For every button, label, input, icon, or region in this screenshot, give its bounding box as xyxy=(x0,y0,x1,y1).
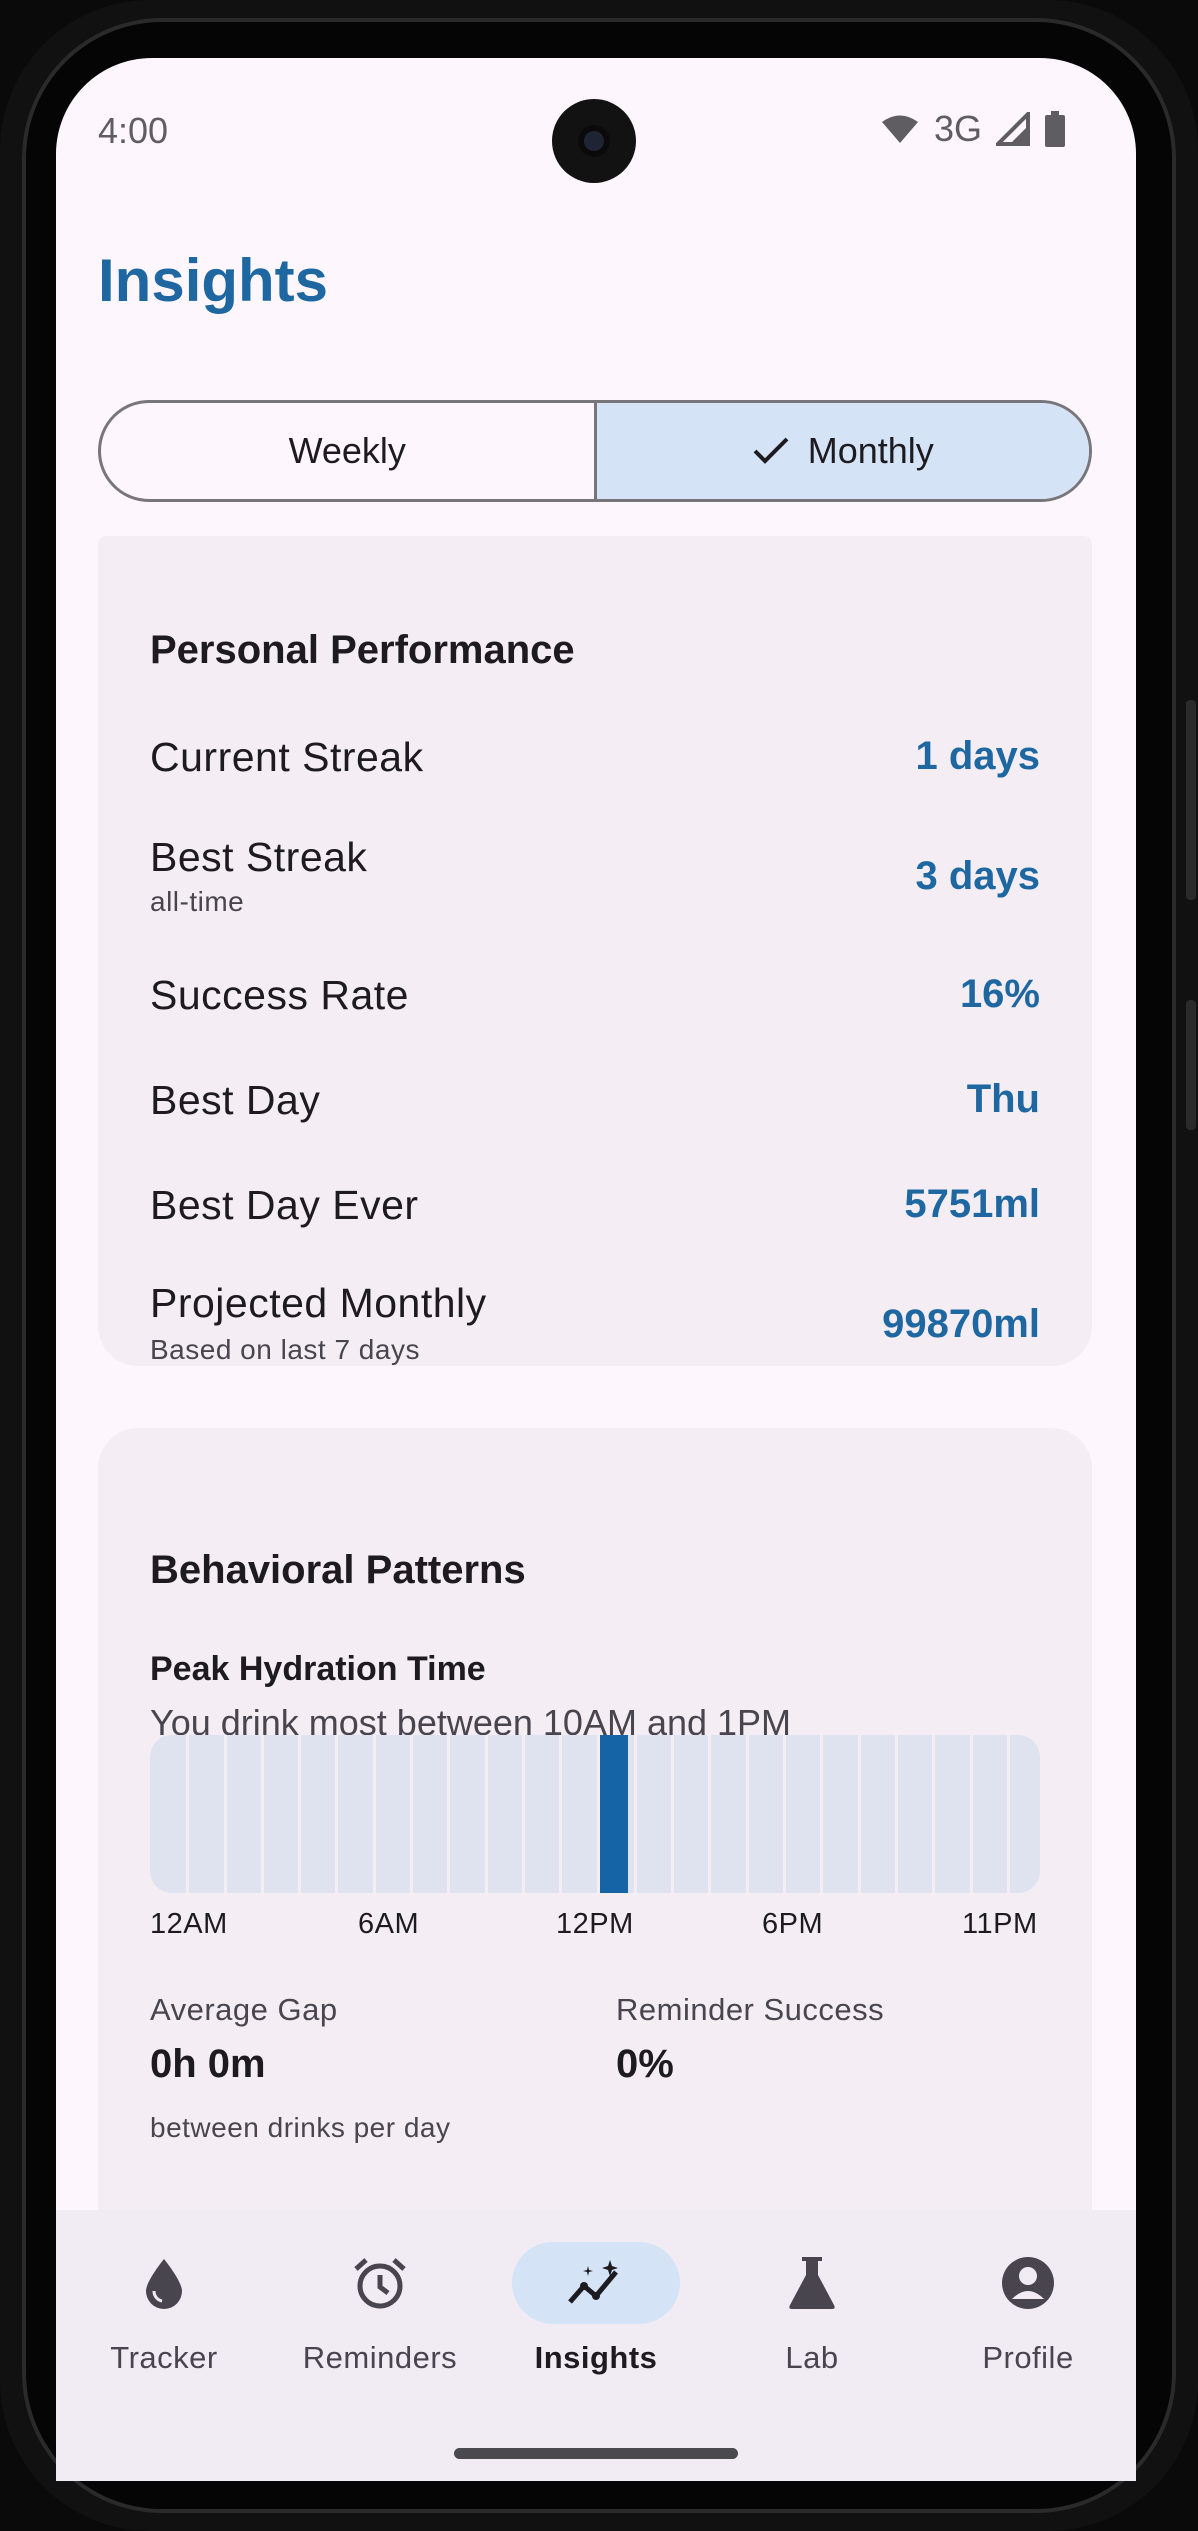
hour-bar xyxy=(410,1735,442,1893)
hour-bar xyxy=(932,1735,964,1893)
hour-bar xyxy=(708,1735,740,1893)
monthly-label: Monthly xyxy=(807,430,934,471)
bottom-navigation: Tracker Reminders Insights Lab Profile xyxy=(56,2210,1136,2481)
best-day-ever-value: 5751ml xyxy=(904,1182,1040,1226)
nav-reminders-pill xyxy=(296,2242,464,2324)
current-streak-value: 1 days xyxy=(915,734,1040,778)
current-streak-label: Current Streak xyxy=(150,734,424,780)
period-toggle: Weekly Monthly xyxy=(98,400,1092,502)
check-icon xyxy=(753,437,789,464)
hour-tick-label: 11PM xyxy=(962,1908,1038,1940)
home-indicator[interactable] xyxy=(454,2448,738,2459)
front-camera xyxy=(552,99,636,183)
average-gap-sub: between drinks per day xyxy=(150,2112,451,2143)
best-day-label: Best Day xyxy=(150,1077,321,1123)
best-streak-label: Best Streak xyxy=(150,834,368,880)
performance-title: Personal Performance xyxy=(150,628,575,672)
nav-insights[interactable]: Insights xyxy=(488,2210,704,2481)
average-gap-label: Average Gap xyxy=(150,1992,338,2027)
status-time: 4:00 xyxy=(98,110,169,151)
reminder-success-value: 0% xyxy=(616,2042,674,2086)
average-gap-value: 0h 0m xyxy=(150,2042,266,2086)
nav-lab-label: Lab xyxy=(785,2340,839,2375)
alarm-clock-icon xyxy=(354,2258,406,2309)
nav-profile-label: Profile xyxy=(982,2340,1074,2375)
hour-bar xyxy=(298,1735,330,1893)
nav-reminders-label: Reminders xyxy=(302,2340,458,2375)
screen: 4:00 3G Insights Weekly Monthly Personal… xyxy=(56,58,1136,2481)
best-streak-sub: all-time xyxy=(150,886,245,917)
battery-icon xyxy=(1045,111,1065,147)
hour-bar xyxy=(894,1735,927,1893)
nav-insights-pill xyxy=(512,2242,680,2324)
hour-bar xyxy=(372,1735,405,1893)
hourly-intake-chart xyxy=(150,1735,1040,1893)
insights-chart-icon xyxy=(568,2260,618,2304)
projected-monthly-sub: Based on last 7 days xyxy=(150,1334,420,1365)
success-rate-value: 16% xyxy=(959,972,1040,1016)
hour-bar xyxy=(671,1735,703,1893)
projected-monthly-value: 99870ml xyxy=(882,1302,1040,1346)
hour-bar xyxy=(559,1735,591,1893)
hour-bar xyxy=(521,1735,554,1893)
best-streak-value: 3 days xyxy=(915,854,1040,898)
nav-insights-label: Insights xyxy=(534,2340,658,2375)
hour-tick-label: 12AM xyxy=(150,1908,228,1940)
projected-monthly-label: Projected Monthly xyxy=(150,1280,487,1326)
profile-icon xyxy=(1002,2257,1054,2309)
page-title: Insights xyxy=(98,247,329,314)
power-button xyxy=(1186,1000,1196,1130)
nav-tracker[interactable]: Tracker xyxy=(56,2210,272,2481)
hour-bar xyxy=(633,1735,666,1893)
hour-bar xyxy=(260,1735,293,1893)
nav-lab[interactable]: Lab xyxy=(704,2210,920,2481)
behavior-title: Behavioral Patterns xyxy=(150,1548,526,1592)
hour-bar xyxy=(447,1735,479,1893)
hour-bar-peak xyxy=(596,1735,628,1893)
hour-bar xyxy=(186,1735,218,1893)
signal-icon xyxy=(996,112,1030,146)
success-rate-label: Success Rate xyxy=(150,972,409,1018)
best-day-value: Thu xyxy=(966,1077,1040,1121)
hour-tick-label: 12PM xyxy=(556,1908,634,1940)
nav-tracker-label: Tracker xyxy=(110,2340,218,2375)
network-type: 3G xyxy=(933,108,982,149)
hour-bar xyxy=(745,1735,778,1893)
best-day-ever-label: Best Day Ever xyxy=(150,1182,419,1228)
volume-button xyxy=(1186,700,1196,900)
hour-bar xyxy=(969,1735,1001,1893)
hour-bar xyxy=(335,1735,367,1893)
nav-tracker-pill xyxy=(80,2242,248,2324)
flask-icon xyxy=(789,2257,835,2309)
hour-tick-label: 6PM xyxy=(762,1908,824,1940)
hour-bar xyxy=(484,1735,516,1893)
hour-bar xyxy=(857,1735,889,1893)
hour-bar xyxy=(152,1735,181,1893)
weekly-option[interactable]: Weekly xyxy=(101,403,594,499)
nav-profile-pill xyxy=(944,2242,1112,2324)
hour-bar xyxy=(1006,1735,1039,1893)
hour-tick-label: 6AM xyxy=(358,1908,420,1940)
nav-reminders[interactable]: Reminders xyxy=(272,2210,488,2481)
hour-bar xyxy=(783,1735,815,1893)
peak-hydration-title: Peak Hydration Time xyxy=(150,1650,486,1688)
nav-lab-pill xyxy=(728,2242,896,2324)
hour-bar xyxy=(820,1735,852,1893)
water-drop-icon xyxy=(146,2259,182,2309)
nav-profile[interactable]: Profile xyxy=(920,2210,1136,2481)
performance-card: Personal Performance Current Streak 1 da… xyxy=(98,536,1092,1366)
monthly-option[interactable]: Monthly xyxy=(593,403,1089,499)
reminder-success-label: Reminder Success xyxy=(616,1992,885,2027)
hour-bar xyxy=(223,1735,255,1893)
status-icons: 3G xyxy=(880,108,1066,150)
wifi-icon xyxy=(881,115,918,143)
weekly-label: Weekly xyxy=(288,430,406,471)
